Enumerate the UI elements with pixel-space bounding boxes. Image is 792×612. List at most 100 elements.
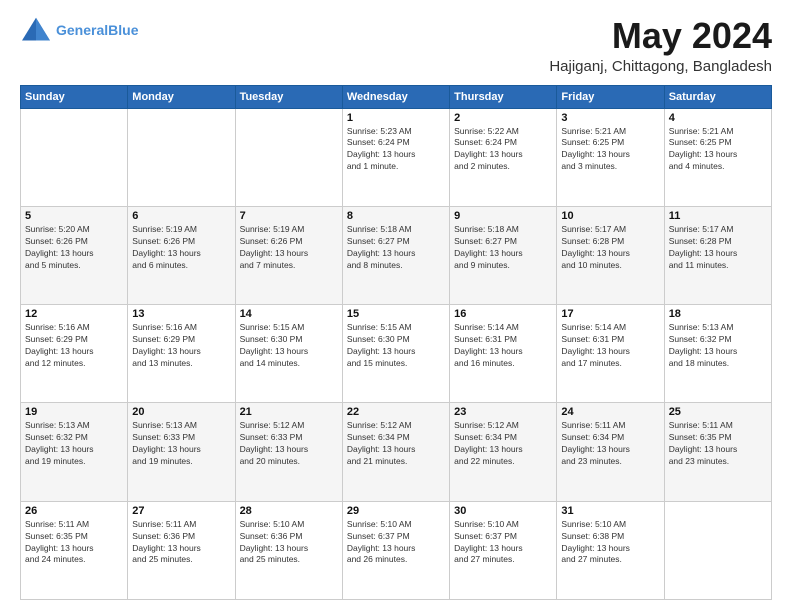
day-number: 24 xyxy=(561,406,659,418)
day-number: 27 xyxy=(132,505,230,517)
calendar-cell: 22 Sunrise: 5:12 AM Sunset: 6:34 PM Dayli… xyxy=(342,403,449,501)
calendar-cell: 6 Sunrise: 5:19 AM Sunset: 6:26 PM Daylig… xyxy=(128,206,235,304)
logo: GeneralBlue xyxy=(20,16,138,44)
calendar-week-2: 5Sunrise: 5:20 AM Sunset: 6:26 PM Daylig… xyxy=(21,206,772,304)
calendar-table: Sunday Monday Tuesday Wednesday Thursday… xyxy=(20,85,772,600)
day-info: Sunrise: 5:13 AM Sunset: 6:32 PM Dayligh… xyxy=(25,420,123,468)
calendar-cell xyxy=(128,108,235,206)
day-info: Sunrise: 5:11 AM Sunset: 6:34 PM Dayligh… xyxy=(561,420,659,468)
day-info: Sunrise: 5:17 AM Sunset: 6:28 PM Dayligh… xyxy=(669,224,767,272)
calendar-cell: 7Sunrise: 5:19 AM Sunset: 6:26 PM Daylig… xyxy=(235,206,342,304)
day-info: Sunrise: 5:17 AM Sunset: 6:28 PM Dayligh… xyxy=(561,224,659,272)
calendar-cell: 31 Sunrise: 5:10 AM Sunset: 6:38 PM Dayli… xyxy=(557,501,664,599)
day-number: 30 xyxy=(454,505,552,517)
day-info: Sunrise: 5:12 AM Sunset: 6:34 PM Dayligh… xyxy=(454,420,552,468)
day-info: Sunrise: 5:23 AM Sunset: 6:24 PM Dayligh… xyxy=(347,126,445,174)
calendar-cell: 21 Sunrise: 5:12 AM Sunset: 6:33 PM Dayli… xyxy=(235,403,342,501)
day-number: 26 xyxy=(25,505,123,517)
calendar-week-1: 1Sunrise: 5:23 AM Sunset: 6:24 PM Daylig… xyxy=(21,108,772,206)
day-number: 10 xyxy=(561,210,659,222)
day-number: 17 xyxy=(561,308,659,320)
day-number: 9 xyxy=(454,210,552,222)
page: GeneralBlue May 2024 Hajiganj, Chittagon… xyxy=(0,0,792,612)
day-number: 16 xyxy=(454,308,552,320)
header-tuesday: Tuesday xyxy=(235,85,342,108)
day-number: 13 xyxy=(132,308,230,320)
calendar-week-5: 26 Sunrise: 5:11 AM Sunset: 6:35 PM Dayli… xyxy=(21,501,772,599)
calendar-cell: 23 Sunrise: 5:12 AM Sunset: 6:34 PM Dayli… xyxy=(450,403,557,501)
calendar-cell: 3Sunrise: 5:21 AM Sunset: 6:25 PM Daylig… xyxy=(557,108,664,206)
day-number: 2 xyxy=(454,112,552,124)
day-number: 20 xyxy=(132,406,230,418)
day-info: Sunrise: 5:10 AM Sunset: 6:36 PM Dayligh… xyxy=(240,519,338,567)
day-number: 28 xyxy=(240,505,338,517)
day-info: Sunrise: 5:14 AM Sunset: 6:31 PM Dayligh… xyxy=(454,322,552,370)
day-number: 14 xyxy=(240,308,338,320)
calendar-cell: 11Sunrise: 5:17 AM Sunset: 6:28 PM Dayli… xyxy=(664,206,771,304)
day-info: Sunrise: 5:21 AM Sunset: 6:25 PM Dayligh… xyxy=(561,126,659,174)
day-number: 12 xyxy=(25,308,123,320)
day-number: 29 xyxy=(347,505,445,517)
day-info: Sunrise: 5:19 AM Sunset: 6:26 PM Dayligh… xyxy=(240,224,338,272)
calendar-cell: 17 Sunrise: 5:14 AM Sunset: 6:31 PM Dayli… xyxy=(557,305,664,403)
header-thursday: Thursday xyxy=(450,85,557,108)
day-number: 6 xyxy=(132,210,230,222)
day-info: Sunrise: 5:15 AM Sunset: 6:30 PM Dayligh… xyxy=(240,322,338,370)
logo-blue: Blue xyxy=(108,22,138,38)
calendar-cell: 28 Sunrise: 5:10 AM Sunset: 6:36 PM Dayli… xyxy=(235,501,342,599)
day-info: Sunrise: 5:18 AM Sunset: 6:27 PM Dayligh… xyxy=(454,224,552,272)
calendar-cell: 19 Sunrise: 5:13 AM Sunset: 6:32 PM Dayli… xyxy=(21,403,128,501)
calendar-cell: 10 Sunrise: 5:17 AM Sunset: 6:28 PM Dayli… xyxy=(557,206,664,304)
calendar-week-3: 12 Sunrise: 5:16 AM Sunset: 6:29 PM Dayli… xyxy=(21,305,772,403)
day-info: Sunrise: 5:11 AM Sunset: 6:35 PM Dayligh… xyxy=(25,519,123,567)
day-info: Sunrise: 5:13 AM Sunset: 6:32 PM Dayligh… xyxy=(669,322,767,370)
calendar-cell xyxy=(21,108,128,206)
day-number: 4 xyxy=(669,112,767,124)
day-info: Sunrise: 5:10 AM Sunset: 6:37 PM Dayligh… xyxy=(454,519,552,567)
calendar-cell xyxy=(235,108,342,206)
day-info: Sunrise: 5:15 AM Sunset: 6:30 PM Dayligh… xyxy=(347,322,445,370)
day-info: Sunrise: 5:12 AM Sunset: 6:33 PM Dayligh… xyxy=(240,420,338,468)
calendar-cell: 1Sunrise: 5:23 AM Sunset: 6:24 PM Daylig… xyxy=(342,108,449,206)
day-number: 15 xyxy=(347,308,445,320)
calendar-cell: 25 Sunrise: 5:11 AM Sunset: 6:35 PM Dayli… xyxy=(664,403,771,501)
logo-text: GeneralBlue xyxy=(56,22,138,39)
day-info: Sunrise: 5:11 AM Sunset: 6:36 PM Dayligh… xyxy=(132,519,230,567)
calendar-cell: 14 Sunrise: 5:15 AM Sunset: 6:30 PM Dayli… xyxy=(235,305,342,403)
day-number: 23 xyxy=(454,406,552,418)
header-saturday: Saturday xyxy=(664,85,771,108)
day-info: Sunrise: 5:14 AM Sunset: 6:31 PM Dayligh… xyxy=(561,322,659,370)
day-info: Sunrise: 5:12 AM Sunset: 6:34 PM Dayligh… xyxy=(347,420,445,468)
month-year: May 2024 xyxy=(549,16,772,56)
calendar-cell: 15 Sunrise: 5:15 AM Sunset: 6:30 PM Dayli… xyxy=(342,305,449,403)
day-info: Sunrise: 5:16 AM Sunset: 6:29 PM Dayligh… xyxy=(25,322,123,370)
day-number: 31 xyxy=(561,505,659,517)
header-monday: Monday xyxy=(128,85,235,108)
calendar-cell: 27 Sunrise: 5:11 AM Sunset: 6:36 PM Dayli… xyxy=(128,501,235,599)
calendar-cell: 30 Sunrise: 5:10 AM Sunset: 6:37 PM Dayli… xyxy=(450,501,557,599)
day-number: 5 xyxy=(25,210,123,222)
header-friday: Friday xyxy=(557,85,664,108)
calendar-cell: 5Sunrise: 5:20 AM Sunset: 6:26 PM Daylig… xyxy=(21,206,128,304)
calendar-cell: 8Sunrise: 5:18 AM Sunset: 6:27 PM Daylig… xyxy=(342,206,449,304)
header-sunday: Sunday xyxy=(21,85,128,108)
weekday-header-row: Sunday Monday Tuesday Wednesday Thursday… xyxy=(21,85,772,108)
calendar-cell: 24 Sunrise: 5:11 AM Sunset: 6:34 PM Dayli… xyxy=(557,403,664,501)
day-number: 22 xyxy=(347,406,445,418)
calendar-cell: 16 Sunrise: 5:14 AM Sunset: 6:31 PM Dayli… xyxy=(450,305,557,403)
calendar-cell: 12 Sunrise: 5:16 AM Sunset: 6:29 PM Dayli… xyxy=(21,305,128,403)
calendar-cell: 2Sunrise: 5:22 AM Sunset: 6:24 PM Daylig… xyxy=(450,108,557,206)
day-info: Sunrise: 5:11 AM Sunset: 6:35 PM Dayligh… xyxy=(669,420,767,468)
day-info: Sunrise: 5:10 AM Sunset: 6:37 PM Dayligh… xyxy=(347,519,445,567)
calendar-week-4: 19 Sunrise: 5:13 AM Sunset: 6:32 PM Dayli… xyxy=(21,403,772,501)
calendar-cell xyxy=(664,501,771,599)
calendar-cell: 18Sunrise: 5:13 AM Sunset: 6:32 PM Dayli… xyxy=(664,305,771,403)
day-number: 21 xyxy=(240,406,338,418)
day-number: 19 xyxy=(25,406,123,418)
day-info: Sunrise: 5:18 AM Sunset: 6:27 PM Dayligh… xyxy=(347,224,445,272)
day-info: Sunrise: 5:10 AM Sunset: 6:38 PM Dayligh… xyxy=(561,519,659,567)
calendar-cell: 9 Sunrise: 5:18 AM Sunset: 6:27 PM Daylig… xyxy=(450,206,557,304)
day-number: 25 xyxy=(669,406,767,418)
logo-general: General xyxy=(56,22,108,38)
day-info: Sunrise: 5:19 AM Sunset: 6:26 PM Dayligh… xyxy=(132,224,230,272)
